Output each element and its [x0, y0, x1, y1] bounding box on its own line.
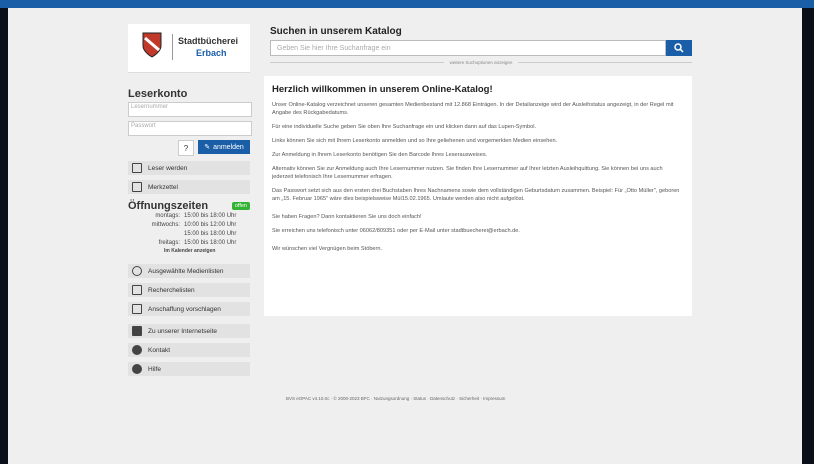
sidebar-item-watchlist[interactable]: Merkzettel [128, 180, 250, 194]
id-card-icon [132, 163, 142, 173]
paragraph: Links können Sie sich mit Ihrem Leserkon… [272, 138, 558, 144]
sidebar-item-suggest-purchase[interactable]: Anschaffung vorschlagen [128, 302, 250, 316]
welcome-heading: Herzlich willkommen in unserem Online-Ka… [272, 84, 493, 95]
top-bar [0, 0, 814, 8]
sidebar-item-contact[interactable]: Kontakt [128, 343, 250, 357]
opening-hours-title: Öffnungszeiten [128, 200, 209, 212]
sidebar: Leserkonto Lesernummer Passwort ? ✎ anme… [128, 80, 252, 376]
paragraph: Sie haben Fragen? Dann kontaktieren Sie … [272, 214, 422, 220]
paragraph: Sie erreichen uns telefonisch unter 0606… [272, 228, 520, 234]
left-edge [0, 8, 8, 464]
website-icon [132, 326, 142, 336]
search-icon [674, 43, 684, 53]
footer[interactable]: BVS eOPAC v4.10.0c · © 2000-2023 BFC · N… [264, 396, 714, 401]
welcome-panel: Herzlich willkommen in unserem Online-Ka… [264, 76, 692, 316]
password-input[interactable]: Passwort [128, 121, 252, 136]
open-status-badge: offen [231, 202, 250, 210]
paragraph: Das Passwort setzt sich aus den ersten d… [272, 188, 680, 202]
paragraph: Alternativ können Sie zur Anmeldung auch… [272, 166, 663, 180]
login-help-button[interactable]: ? [178, 140, 194, 156]
search-input[interactable]: Geben Sie hier Ihre Suchanfrage ein [270, 40, 666, 56]
logo-line2: Erbach [196, 48, 227, 58]
search-list-icon [132, 285, 142, 295]
paragraph: Wir wünschen viel Vergnügen beim Stöbern… [272, 246, 383, 252]
paragraph: Zur Anmeldung in Ihrem Leserkonto benöti… [272, 152, 488, 158]
contact-icon [132, 345, 142, 355]
right-edge [802, 8, 814, 464]
search-title: Suchen in unserem Katalog [270, 26, 402, 37]
opening-hours: Öffnungszeiten offen montags: 15:00 bis 1… [128, 200, 250, 254]
sidebar-item-media-lists[interactable]: Ausgewählte Medienlisten [128, 264, 250, 278]
paragraph: Für eine individuelle Suche geben Sie ob… [272, 124, 537, 130]
coat-of-arms-icon [142, 32, 162, 58]
username-input[interactable]: Lesernummer [128, 102, 252, 117]
logo-line1: Stadtbücherei [178, 36, 239, 46]
more-search-options[interactable]: weitere Suchoptionen anzeigen [270, 60, 693, 65]
sidebar-item-research-lists[interactable]: Recherchelisten [128, 283, 250, 297]
library-logo[interactable]: Stadtbücherei Erbach [128, 24, 250, 73]
list-icon [132, 266, 142, 276]
key-icon: ✎ [204, 144, 211, 151]
help-icon [132, 364, 142, 374]
paragraph: Unser Online-Katalog verzeichnet unseren… [272, 102, 674, 116]
cart-icon [132, 304, 142, 314]
clipboard-icon [132, 182, 142, 192]
sidebar-item-help[interactable]: Hilfe [128, 362, 250, 376]
account-title: Leserkonto [128, 88, 188, 100]
logo-divider [172, 34, 173, 60]
show-calendar-link[interactable]: Im Kalender anzeigen [164, 248, 250, 254]
login-button[interactable]: ✎ anmelden [198, 140, 250, 154]
sidebar-item-website[interactable]: Zu unserer Internetseite [128, 324, 250, 338]
search-button[interactable] [666, 40, 692, 56]
sidebar-item-register[interactable]: Leser werden [128, 161, 250, 175]
catalog-search: Suchen in unserem Katalog Geben Sie hier… [264, 26, 693, 65]
